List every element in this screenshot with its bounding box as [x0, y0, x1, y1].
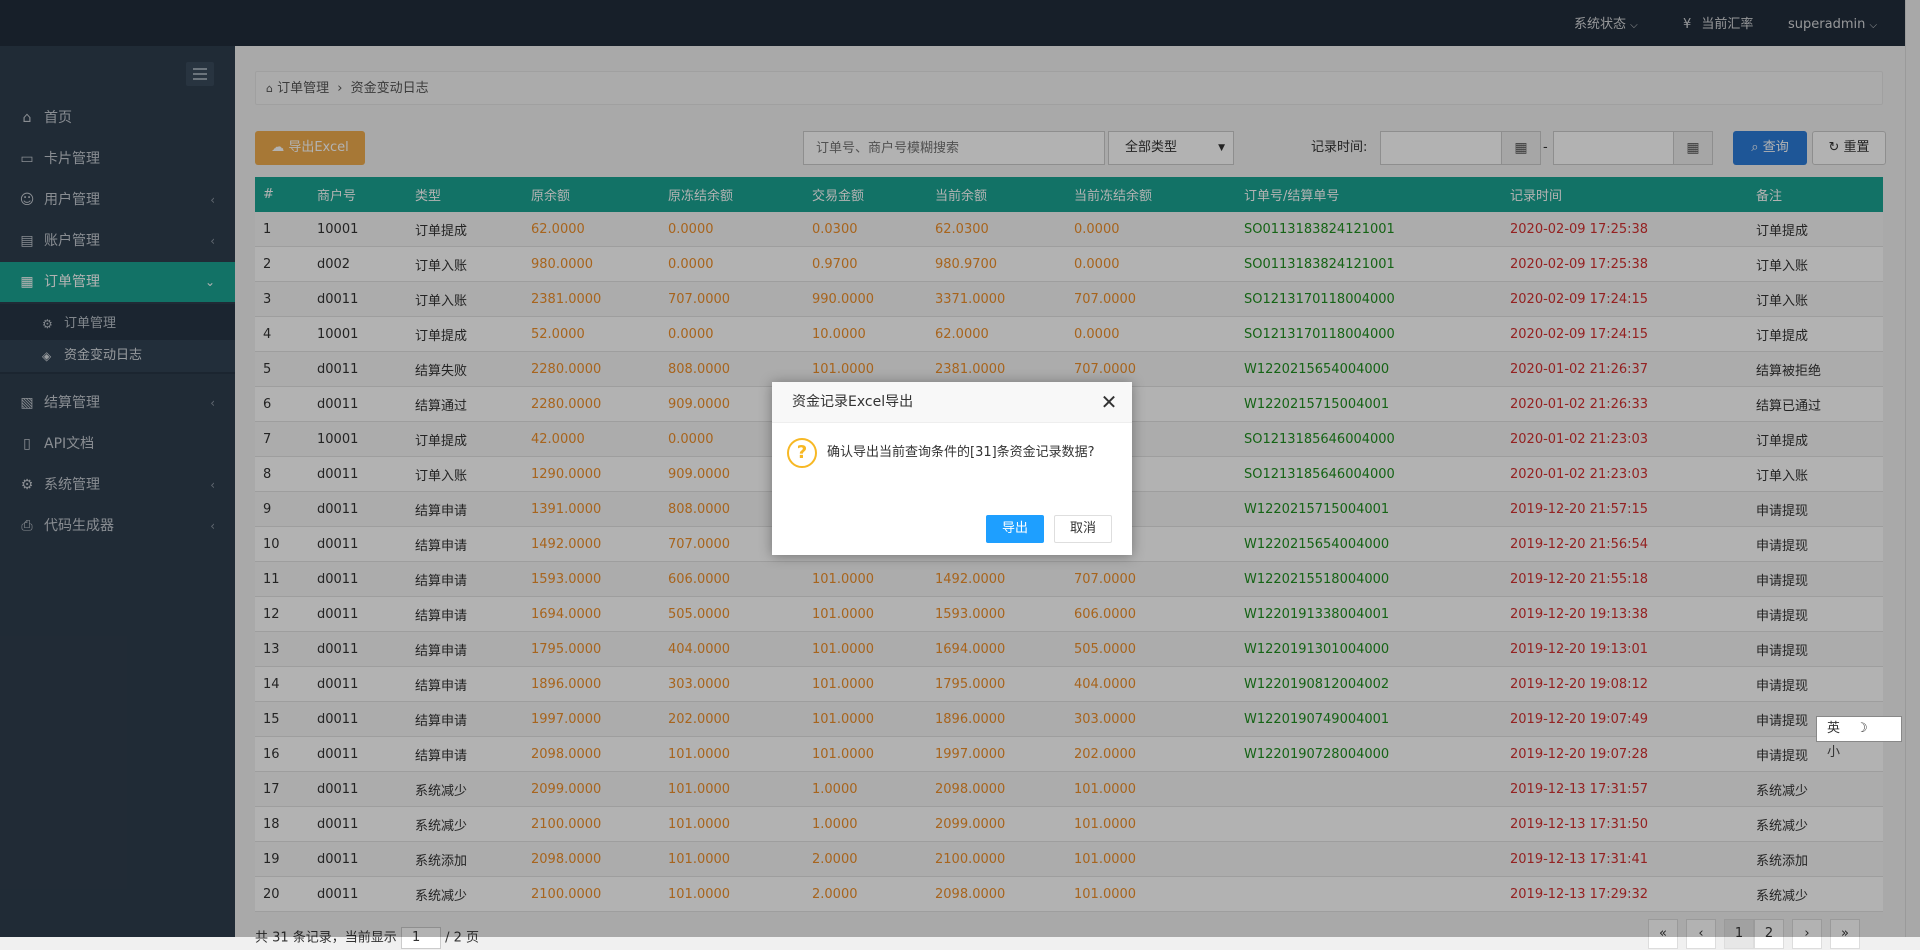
dialog-header: 资金记录Excel导出 ✕ — [772, 382, 1132, 423]
confirm-export-button[interactable]: 导出 — [986, 515, 1044, 543]
dialog-title: 资金记录Excel导出 — [792, 394, 914, 410]
ime-toolbar[interactable]: 英 ☽ 小 — [1816, 716, 1902, 760]
dialog-message: 确认导出当前查询条件的[31]条资金记录数据? — [827, 445, 1095, 460]
cancel-button[interactable]: 取消 — [1054, 515, 1112, 543]
close-icon[interactable]: ✕ — [1097, 390, 1121, 414]
export-confirm-dialog: 资金记录Excel导出 ✕ ? 确认导出当前查询条件的[31]条资金记录数据? … — [772, 382, 1132, 555]
question-icon: ? — [787, 438, 817, 468]
